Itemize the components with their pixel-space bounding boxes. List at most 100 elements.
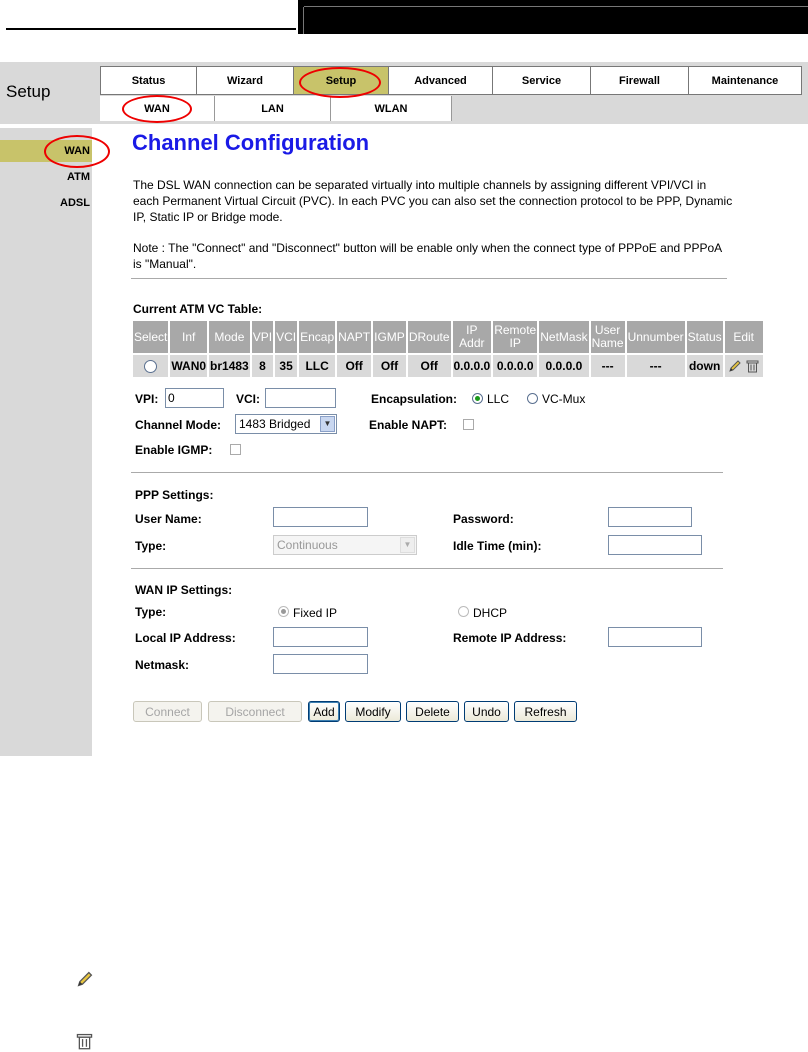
delete-button[interactable]: Delete [406, 701, 459, 722]
tab-wizard[interactable]: Wizard [197, 66, 294, 95]
page-title: Channel Configuration [132, 130, 370, 155]
ppp-password-label: Password: [453, 512, 514, 526]
ppp-password-input[interactable] [608, 507, 692, 527]
remote-ip-input[interactable] [608, 627, 702, 647]
sidebar-item-atm[interactable]: ATM [0, 166, 92, 188]
tab-advanced[interactable]: Advanced [389, 66, 493, 95]
ppp-type-value: Continuous [277, 538, 338, 552]
top-banner-divider [303, 7, 304, 34]
cell-mode: br1483 [209, 355, 250, 377]
section-title: Setup [6, 82, 51, 101]
netmask-label: Netmask: [135, 658, 190, 672]
vpi-label: VPI: [135, 392, 159, 406]
cell-droute: Off [407, 355, 451, 377]
page-description: The DSL WAN connection can be separated … [133, 178, 733, 224]
idle-time-input[interactable] [608, 535, 702, 555]
undo-button[interactable]: Undo [464, 701, 509, 722]
napt-checkbox[interactable] [463, 419, 474, 430]
row-select-radio[interactable] [144, 360, 158, 374]
col-status: Status [686, 321, 723, 353]
sidebar-item-adsl[interactable]: ADSL [0, 192, 92, 214]
col-user-name: User Name [590, 321, 625, 353]
col-ip-addr: IP Addr [452, 321, 492, 353]
fixed-ip-radio[interactable] [278, 606, 289, 617]
connect-button[interactable]: Connect [133, 701, 202, 722]
cell-igmp: Off [373, 355, 406, 377]
subtab-lan[interactable]: LAN [215, 96, 331, 121]
top-banner [298, 0, 808, 34]
cell-inf: WAN0 [170, 355, 208, 377]
local-ip-input[interactable] [273, 627, 368, 647]
napt-label: Enable NAPT: [369, 418, 448, 432]
chevron-down-icon: ▼ [320, 416, 335, 432]
trash-icon [76, 1033, 93, 1050]
pencil-icon[interactable] [728, 359, 742, 373]
table-row: WAN0 br1483 8 35 LLC Off Off Off 0.0.0.0… [133, 355, 763, 377]
tab-firewall[interactable]: Firewall [591, 66, 689, 95]
cell-status: down [686, 355, 723, 377]
add-button[interactable]: Add [308, 701, 340, 722]
pencil-icon [77, 971, 93, 987]
dhcp-label: DHCP [473, 606, 508, 620]
cell-netmask: 0.0.0.0 [539, 355, 589, 377]
wanip-settings-title: WAN IP Settings: [135, 583, 233, 597]
col-inf: Inf [170, 321, 208, 353]
vci-input[interactable] [265, 388, 336, 408]
vc-table-title: Current ATM VC Table: [133, 302, 263, 316]
cell-ip-addr: 0.0.0.0 [452, 355, 492, 377]
sub-nav: WAN LAN WLAN [100, 96, 452, 121]
ppp-type-select[interactable]: Continuous ▼ [273, 535, 417, 555]
cell-unnumber: --- [626, 355, 685, 377]
refresh-button[interactable]: Refresh [514, 701, 577, 722]
subtab-wlan[interactable]: WLAN [331, 96, 452, 121]
ppp-username-input[interactable] [273, 507, 368, 527]
channel-mode-select[interactable]: 1483 Bridged ▼ [235, 414, 337, 434]
chevron-down-icon: ▼ [400, 537, 415, 553]
cell-vpi: 8 [251, 355, 274, 377]
encap-llc-label: LLC [487, 392, 510, 406]
divider [131, 472, 723, 473]
page-note: Note : The "Connect" and "Disconnect" bu… [133, 241, 722, 271]
col-vpi: VPI [251, 321, 274, 353]
divider [131, 568, 723, 569]
igmp-checkbox[interactable] [230, 444, 241, 455]
vci-label: VCI: [236, 392, 260, 406]
main-nav: Status Wizard Setup Advanced Service Fir… [100, 66, 802, 95]
ppp-settings-title: PPP Settings: [135, 488, 214, 502]
ppp-type-label: Type: [135, 539, 167, 553]
wanip-type-label: Type: [135, 605, 167, 619]
tab-status[interactable]: Status [100, 66, 197, 95]
tab-setup[interactable]: Setup [294, 66, 389, 95]
tab-maintenance[interactable]: Maintenance [689, 66, 802, 95]
cell-encap: LLC [299, 355, 336, 377]
vpi-input[interactable] [165, 388, 224, 408]
sidebar: WAN ATM ADSL [0, 128, 92, 756]
col-netmask: NetMask [539, 321, 589, 353]
local-ip-label: Local IP Address: [135, 631, 236, 645]
col-droute: DRoute [407, 321, 451, 353]
subtab-wan[interactable]: WAN [100, 96, 215, 121]
trash-icon[interactable] [746, 359, 759, 373]
encap-vcmux-label: VC-Mux [542, 392, 586, 406]
idle-time-label: Idle Time (min): [453, 539, 542, 553]
encap-llc-radio[interactable] [472, 393, 483, 404]
col-igmp: IGMP [373, 321, 406, 353]
channel-mode-value: 1483 Bridged [239, 417, 311, 431]
netmask-input[interactable] [273, 654, 368, 674]
remote-ip-label: Remote IP Address: [453, 631, 567, 645]
encap-vcmux-radio[interactable] [527, 393, 538, 404]
cell-vci: 35 [275, 355, 298, 377]
sidebar-item-wan[interactable]: WAN [0, 140, 92, 162]
encapsulation-label: Encapsulation: [371, 392, 458, 406]
vc-table: Select Inf Mode VPI VCI Encap NAPT IGMP … [131, 319, 765, 379]
col-remote-ip: Remote IP [493, 321, 538, 353]
top-rule [6, 28, 296, 30]
cell-napt: Off [337, 355, 372, 377]
igmp-label: Enable IGMP: [135, 443, 213, 457]
disconnect-button[interactable]: Disconnect [208, 701, 302, 722]
dhcp-radio[interactable] [458, 606, 469, 617]
tab-service[interactable]: Service [493, 66, 591, 95]
cell-remote-ip: 0.0.0.0 [493, 355, 538, 377]
divider [131, 278, 727, 279]
modify-button[interactable]: Modify [345, 701, 401, 722]
